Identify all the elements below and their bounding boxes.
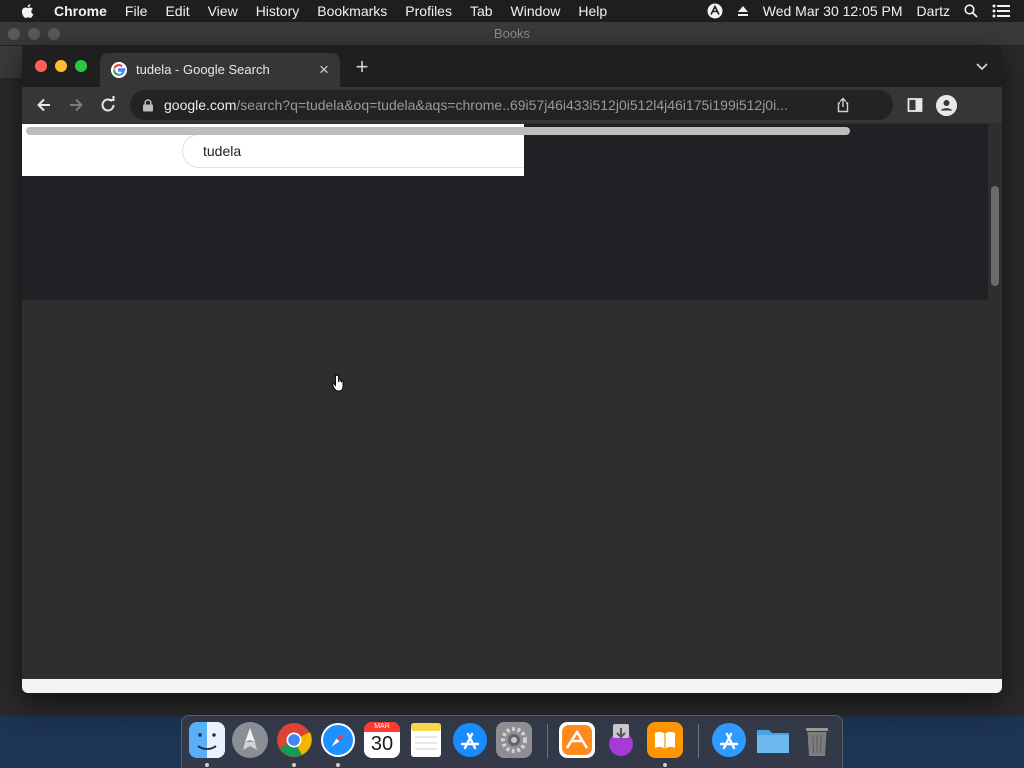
horizontal-scroll-thumb[interactable] [26,127,850,135]
menu-profiles[interactable]: Profiles [405,3,452,19]
menu-app-name[interactable]: Chrome [54,3,107,19]
installer-icon[interactable] [603,722,639,758]
forward-arrow-icon[interactable] [66,95,86,115]
menu-view[interactable]: View [208,3,238,19]
dock-separator-2 [698,724,699,758]
menu-tab[interactable]: Tab [470,3,493,19]
instastats-icon[interactable] [559,722,595,758]
trash-icon[interactable] [799,722,835,758]
books-toolbar-edge [0,46,22,78]
chrome-icon[interactable] [276,722,312,758]
calendar-day: 30 [370,733,394,755]
calendar-month: MAR [364,722,400,732]
menu-bar: Chrome File Edit View History Bookmarks … [0,0,1024,22]
url-path: /search?q=tudela&oq=tudela&aqs=chrome..6… [236,97,788,113]
finder-icon[interactable] [189,722,225,758]
system-preferences-icon[interactable] [496,722,532,758]
side-panel-icon[interactable] [907,97,923,113]
new-tab-icon[interactable]: + [352,56,372,78]
folder-icon[interactable] [755,722,791,758]
menu-edit[interactable]: Edit [165,3,189,19]
launchpad-icon[interactable] [232,722,268,758]
page-content [22,124,1002,693]
reload-icon[interactable] [98,95,118,115]
back-arrow-icon[interactable] [34,95,54,115]
menu-window[interactable]: Window [511,3,561,19]
tab-title: tudela - Google Search [136,62,270,77]
finder-running-indicator [205,763,209,767]
menu-bookmarks[interactable]: Bookmarks [317,3,387,19]
tab-active[interactable]: tudela - Google Search × [100,53,340,87]
menu-file[interactable]: File [125,3,148,19]
tab-strip: tudela - Google Search × + [22,45,1002,87]
eject-icon[interactable] [737,5,749,17]
spotlight-icon[interactable] [964,4,978,18]
chrome-running-indicator [292,763,296,767]
lock-icon[interactable] [142,99,154,112]
control-center-icon[interactable] [992,4,1010,18]
menu-clock[interactable]: Wed Mar 30 12:05 PM [763,3,903,19]
address-bar[interactable]: google.com/search?q=tudela&oq=tudela&aqs… [130,90,893,120]
dock-separator [547,724,548,758]
books-icon[interactable] [647,722,683,758]
notes-icon[interactable] [408,722,444,758]
horizontal-scrollbar[interactable] [22,679,1002,693]
url-text[interactable]: google.com/search?q=tudela&oq=tudela&aqs… [164,97,824,113]
share-icon[interactable] [835,97,851,113]
vertical-scroll-thumb[interactable] [991,186,999,286]
calendar-icon[interactable]: MAR 30 [364,722,400,758]
menu-help[interactable]: Help [578,3,607,19]
downloads-folder-icon[interactable] [711,722,747,758]
menu-history[interactable]: History [256,3,300,19]
chrome-window: tudela - Google Search × + google.com/se… [22,45,1002,693]
books-running-indicator [663,763,667,767]
safari-icon[interactable] [320,722,356,758]
menu-bar-status: Wed Mar 30 12:05 PM Dartz [707,0,1024,22]
url-host: google.com [164,97,237,113]
books-window-title: Books [493,26,531,41]
google-icon [111,62,127,78]
close-window-button[interactable] [35,60,47,72]
apple-icon[interactable] [19,2,37,20]
profile-avatar-icon[interactable] [936,95,957,116]
menu-user[interactable]: Dartz [917,3,950,19]
tab-close-icon[interactable]: × [315,61,333,79]
hand-cursor-icon [332,374,344,392]
browser-toolbar: google.com/search?q=tudela&oq=tudela&aqs… [22,87,1002,123]
tab-search-chevron-icon[interactable] [974,58,990,74]
zoom-window-button[interactable] [75,60,87,72]
search-input[interactable] [182,134,524,168]
app-store-icon[interactable] [452,722,488,758]
safari-running-indicator [336,763,340,767]
accessibility-icon[interactable] [707,3,723,19]
dock: MAR 30 [181,715,843,768]
minimize-window-button[interactable] [55,60,67,72]
